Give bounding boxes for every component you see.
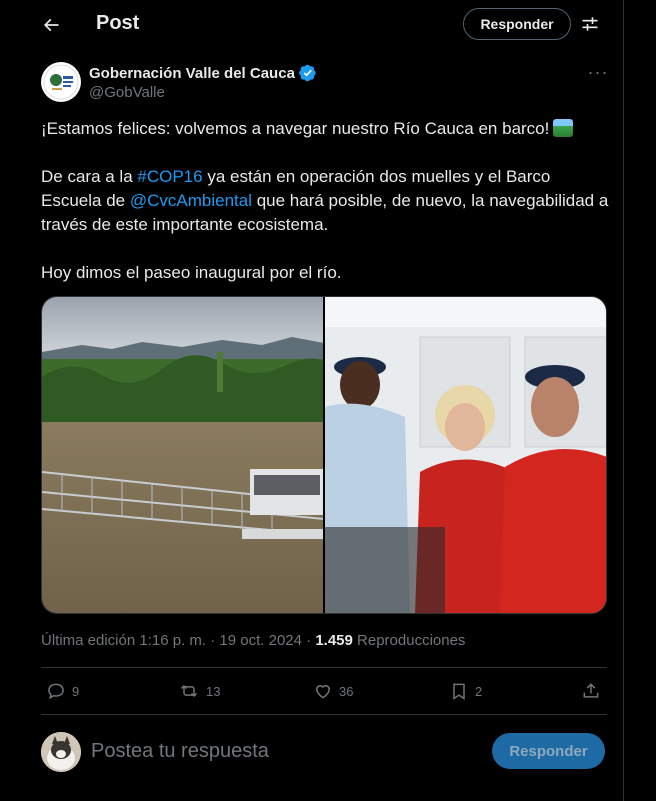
views-label: Reproducciones — [352, 632, 466, 649]
tweet-paragraph-1: ¡Estamos felices: volvemos a navegar nue… — [41, 117, 611, 141]
more-options-button[interactable]: ··· — [584, 62, 612, 82]
tweet-paragraph-2: De cara a la #COP16 ya están en operació… — [41, 165, 611, 237]
post-meta: Última edición 1:16 p. m. · 19 oct. 2024… — [41, 632, 465, 649]
bookmark-action[interactable]: 2 — [449, 680, 482, 702]
tweet-line-1: ¡Estamos felices: volvemos a navegar nue… — [41, 119, 550, 138]
reply-button[interactable]: Responder — [463, 8, 571, 40]
divider — [41, 714, 607, 715]
tweet-paragraph-3: Hoy dimos el paseo inaugural por el río. — [41, 263, 342, 282]
heart-icon — [315, 685, 331, 699]
share-icon — [583, 683, 599, 698]
hashtag-link[interactable]: #COP16 — [137, 167, 202, 186]
author-handle[interactable]: @GobValle — [89, 84, 165, 101]
reply-action[interactable]: 9 — [46, 680, 79, 702]
mention-link[interactable]: @CvcAmbiental — [130, 191, 252, 210]
river-photo[interactable] — [42, 297, 323, 613]
like-count: 36 — [339, 683, 354, 699]
tweet-text-segment: De cara a la — [41, 167, 138, 186]
edited-timestamp[interactable]: Última edición 1:16 p. m. · 19 oct. 2024… — [41, 632, 315, 649]
author-name[interactable]: Gobernación Valle del Cauca — [89, 64, 317, 82]
repost-action[interactable]: 13 — [178, 680, 220, 702]
scrollbar[interactable] — [639, 0, 656, 801]
like-action[interactable]: 36 — [313, 680, 353, 702]
bookmark-count: 2 — [475, 683, 483, 699]
back-button[interactable] — [31, 5, 71, 45]
landscape-emoji-icon — [553, 119, 574, 137]
arrow-left-icon — [43, 18, 59, 32]
share-action[interactable] — [581, 680, 601, 702]
sliders-icon — [582, 17, 598, 31]
verified-badge-icon — [299, 64, 316, 82]
main-column: Post Responder Gobernación Valle del Cau… — [0, 0, 624, 801]
comment-icon — [48, 683, 64, 700]
gobvalle-logo-icon — [43, 64, 79, 100]
bookmark-icon — [453, 683, 465, 700]
cat-avatar-icon — [41, 732, 81, 772]
reply-count: 9 — [72, 683, 80, 699]
river-dock-image — [42, 297, 323, 613]
page-title: Post — [96, 12, 140, 34]
media-grid — [41, 296, 607, 614]
repost-icon — [180, 684, 198, 698]
reply-submit-button[interactable]: Responder — [492, 733, 605, 769]
header: Post Responder — [0, 0, 624, 50]
repost-count: 13 — [206, 683, 221, 699]
reply-input[interactable] — [91, 738, 471, 764]
views-count: 1.459 — [315, 632, 353, 649]
author-name-text: Gobernación Valle del Cauca — [89, 64, 295, 82]
action-bar: 9 13 36 2 — [41, 668, 607, 714]
boat-passengers-photo[interactable] — [325, 297, 606, 613]
author-avatar[interactable] — [41, 62, 81, 102]
user-avatar[interactable] — [41, 732, 81, 772]
passengers-image — [325, 297, 606, 613]
more-dots-icon: ··· — [587, 61, 609, 82]
filter-button[interactable] — [572, 5, 608, 43]
tweet-text: ¡Estamos felices: volvemos a navegar nue… — [41, 117, 611, 309]
